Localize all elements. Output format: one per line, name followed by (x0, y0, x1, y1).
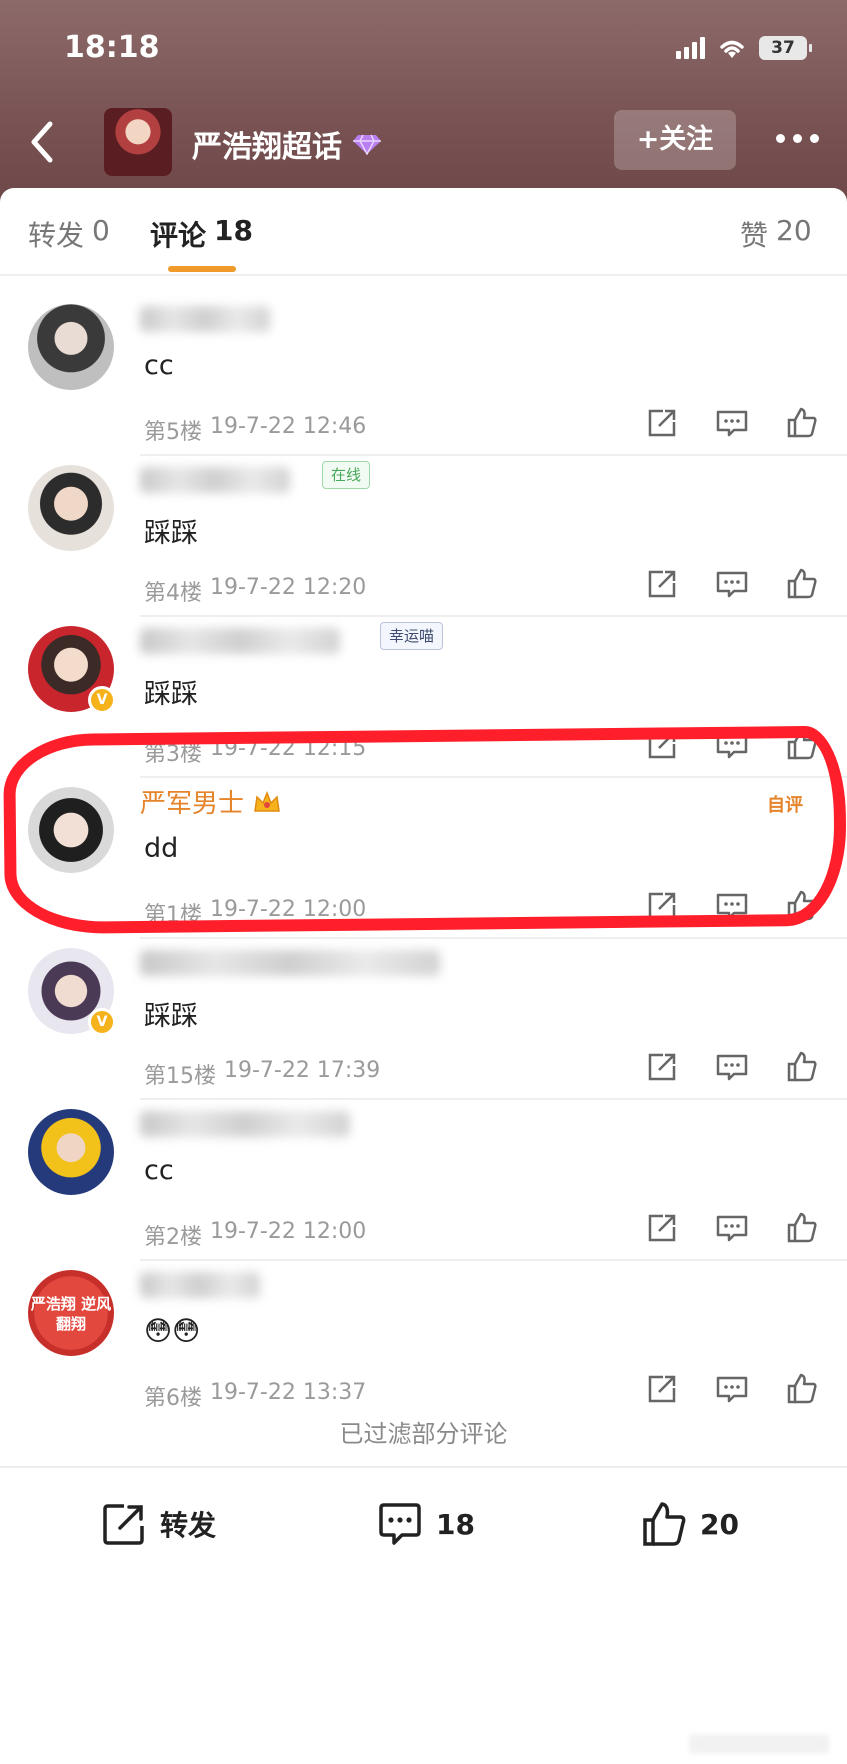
battery-icon: 37 (759, 36, 812, 60)
username[interactable]: 严军男士 (140, 783, 282, 820)
status-icons: 37 (676, 36, 812, 60)
crown-icon (254, 790, 280, 812)
username-blurred[interactable] (140, 950, 440, 976)
comment-button[interactable]: 18 (376, 1500, 475, 1548)
avatar[interactable] (28, 465, 114, 551)
username-blurred[interactable] (140, 1111, 350, 1137)
comment-item: V 幸运喵 踩踩 第3楼 19-7-22 12:15 (0, 596, 847, 778)
comment-text: 踩踩 (144, 518, 198, 549)
bottom-action-bar: 转发 18 20 (0, 1468, 847, 1578)
comment-icon (379, 1503, 421, 1545)
comment-item: V 踩踩 第15楼 19-7-22 17:39 (0, 918, 847, 1100)
like-icon[interactable] (785, 1372, 819, 1406)
tab-comments[interactable]: 评论 18 (150, 214, 253, 254)
share-icon[interactable] (645, 1372, 679, 1406)
comment-text: 😳😳 (144, 1316, 201, 1347)
avatar[interactable] (28, 1109, 114, 1195)
status-badge: 在线 (322, 461, 371, 489)
username-blurred[interactable] (140, 628, 340, 654)
comment-text: cc (144, 1155, 174, 1186)
avatar[interactable]: 严浩翔 逆风翻翔 (28, 1270, 114, 1356)
comment-icon[interactable] (715, 1372, 749, 1406)
comment-text: cc (144, 350, 174, 381)
back-icon[interactable] (22, 118, 62, 166)
share-icon (103, 1504, 144, 1545)
tab-indicator (168, 266, 236, 272)
wifi-icon (720, 40, 744, 58)
comment-item: 在线 踩踩 第4楼 19-7-22 12:20 (0, 435, 847, 617)
username-blurred[interactable] (140, 306, 270, 332)
comment-text: 踩踩 (144, 1001, 198, 1032)
topic-header: 18:18 37 严浩翔超话 +关注 (0, 0, 847, 210)
avatar[interactable] (28, 304, 114, 390)
avatar[interactable] (28, 787, 114, 873)
verified-icon: V (88, 1008, 116, 1036)
comment-item: cc 第2楼 19-7-22 12:00 (0, 1079, 847, 1261)
more-icon[interactable] (776, 134, 819, 143)
like-button[interactable]: 20 (640, 1500, 739, 1548)
repost-button[interactable]: 转发 (100, 1500, 216, 1548)
author-tag: 自评 (767, 795, 803, 816)
topic-avatar[interactable] (104, 108, 172, 176)
comment-meta: 第6楼 19-7-22 13:37 (144, 1380, 367, 1411)
watermark (689, 1734, 829, 1754)
comment-text: 踩踩 (144, 679, 198, 710)
like-icon (643, 1502, 686, 1546)
diamond-icon (353, 134, 381, 155)
username-blurred[interactable] (140, 467, 290, 493)
tab-likes[interactable]: 赞 20 (740, 214, 812, 254)
filtered-note: 已过滤部分评论 (339, 1420, 508, 1448)
tab-bar: 转发 0 评论 18 赞 20 (0, 188, 847, 274)
topic-title[interactable]: 严浩翔超话 (192, 122, 382, 166)
tab-repost[interactable]: 转发 0 (28, 214, 110, 254)
comment-item: 严浩翔 逆风翻翔 😳😳 第6楼 19-7-22 13:37 (0, 1240, 847, 1422)
comment-text: dd (144, 833, 179, 864)
topic-title-text: 严浩翔超话 (192, 130, 342, 165)
signal-icon (676, 37, 705, 59)
status-time: 18:18 (64, 30, 160, 65)
comment-actions (645, 1372, 819, 1406)
comment-item: cc 第5楼 19-7-22 12:46 (0, 274, 847, 456)
username-blurred[interactable] (140, 1272, 260, 1298)
verified-icon: V (88, 686, 116, 714)
status-badge: 幸运喵 (380, 622, 444, 650)
comment-item-highlighted: 严军男士 自评 dd 第1楼 19-7-22 12:00 (0, 757, 847, 939)
follow-button[interactable]: +关注 (614, 110, 736, 170)
